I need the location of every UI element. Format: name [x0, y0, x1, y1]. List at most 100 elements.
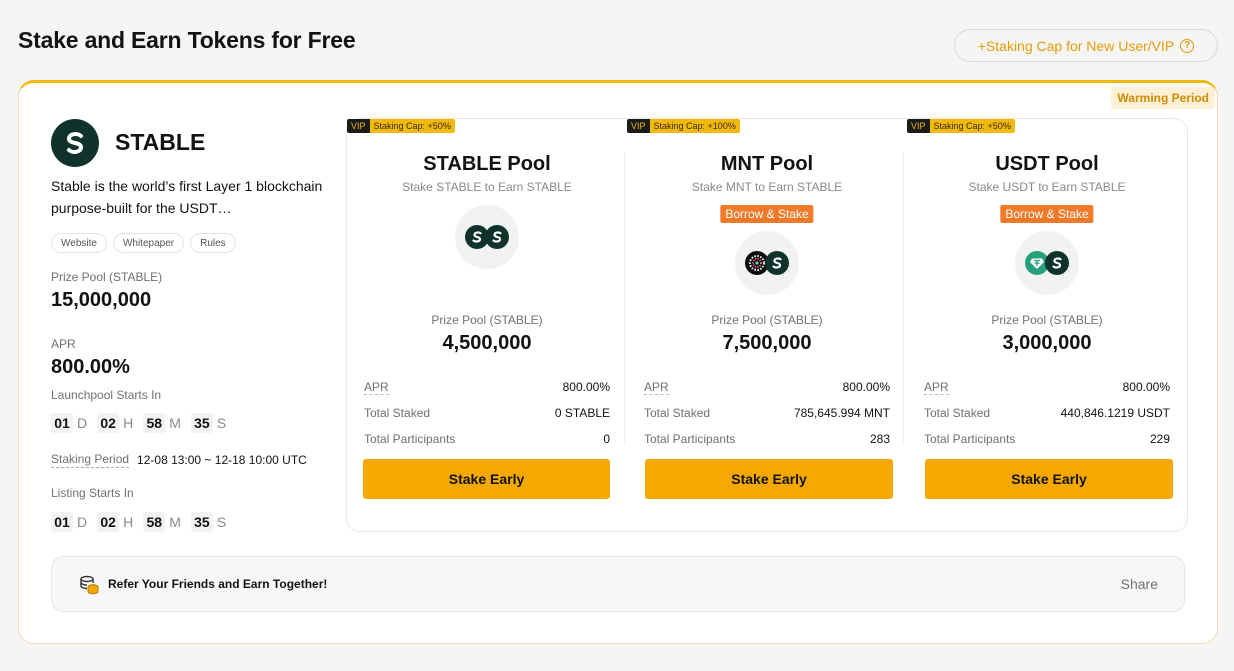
apr-value: 800.00%	[51, 356, 130, 378]
mnt-stable-pair-icon	[735, 231, 799, 295]
apr-label[interactable]: APR	[364, 380, 389, 395]
minutes-unit: M	[169, 514, 181, 530]
pools-container: VIP Staking Cap: +50% STABLE Pool Stake …	[346, 118, 1188, 532]
total-staked-row: Total Staked 440,846.1219 USDT	[924, 400, 1170, 426]
participants-row: Total Participants 0	[364, 426, 610, 452]
total-staked-row: Total Staked 785,645.994 MNT	[644, 400, 890, 426]
total-staked-label: Total Staked	[364, 406, 431, 420]
borrow-stake-badge[interactable]: Borrow & Stake	[1000, 205, 1094, 223]
share-link[interactable]: Share	[1121, 576, 1158, 592]
total-staked-label: Total Staked	[924, 406, 991, 420]
total-staked-value: 0 STABLE	[554, 406, 610, 420]
total-staked-row: Total Staked 0 STABLE	[364, 400, 610, 426]
pool-prize-value: 3,000,000	[1002, 332, 1092, 354]
staking-period: Staking Period 12-08 13:00 ~ 12-18 10:00…	[51, 452, 307, 468]
participants-row: Total Participants 229	[924, 426, 1170, 452]
participants-value: 0	[603, 432, 610, 446]
page-title: Stake and Earn Tokens for Free	[18, 27, 356, 53]
stake-early-button[interactable]: Stake Early	[363, 459, 610, 499]
vip-cap-badge: VIP Staking Cap: +50%	[907, 119, 1015, 133]
pool-prize-label: Prize Pool (STABLE)	[991, 313, 1103, 327]
pool-prize-value: 4,500,000	[442, 332, 532, 354]
apr-row: APR 800.00%	[924, 374, 1170, 400]
pool-prize-label: Prize Pool (STABLE)	[711, 313, 823, 327]
pool-card-stable: VIP Staking Cap: +50% STABLE Pool Stake …	[347, 119, 627, 533]
launchpool-card: Warming Period STABLE Stable is the worl…	[18, 80, 1218, 644]
pool-stats: APR 800.00% Total Staked 440,846.1219 US…	[924, 374, 1170, 452]
pool-subtitle: Stake STABLE to Earn STABLE	[402, 180, 572, 194]
whitepaper-link[interactable]: Whitepaper	[112, 233, 185, 253]
pool-stats: APR 800.00% Total Staked 0 STABLE Total …	[364, 374, 610, 452]
apr-label[interactable]: APR	[644, 380, 669, 395]
participants-value: 283	[869, 432, 890, 446]
vip-cap-badge: VIP Staking Cap: +100%	[627, 119, 740, 133]
total-staked-value: 440,846.1219 USDT	[1060, 406, 1170, 420]
vip-label: VIP	[347, 119, 370, 133]
stable-stable-pair-icon	[455, 205, 519, 269]
stake-early-button[interactable]: Stake Early	[925, 459, 1173, 499]
vip-label: VIP	[907, 119, 930, 133]
website-link[interactable]: Website	[51, 233, 107, 253]
coins-icon	[78, 574, 100, 596]
prize-pool-value: 15,000,000	[51, 289, 152, 311]
token-links: Website Whitepaper Rules	[51, 233, 236, 253]
stable-token-icon	[485, 225, 509, 249]
countdown-hours: 02	[97, 512, 120, 532]
seconds-unit: S	[216, 514, 227, 530]
apr-row: APR 800.00%	[644, 374, 890, 400]
pool-card-usdt: VIP Staking Cap: +50% USDT Pool Stake US…	[907, 119, 1187, 533]
days-unit: D	[77, 415, 88, 431]
minutes-unit: M	[169, 415, 181, 431]
staking-cap-button[interactable]: +Staking Cap for New User/VIP ?	[954, 29, 1218, 62]
pool-name: USDT Pool	[995, 153, 1099, 175]
referral-text: Refer Your Friends and Earn Together!	[108, 577, 328, 591]
question-circle-icon[interactable]: ?	[1180, 38, 1195, 53]
stable-token-icon	[1045, 251, 1069, 275]
rules-link[interactable]: Rules	[190, 233, 236, 253]
total-staked-value: 785,645.994 MNT	[793, 406, 890, 420]
apr-label[interactable]: APR	[924, 380, 949, 395]
stable-token-icon	[765, 251, 789, 275]
apr-value: 800.00%	[562, 380, 610, 394]
token-description: Stable is the world’s first Layer 1 bloc…	[51, 178, 323, 216]
pool-prize-value: 7,500,000	[722, 332, 812, 354]
participants-value: 229	[1149, 432, 1170, 446]
launchpool-countdown: 01 D 02 H 58 M 35 S	[51, 413, 232, 433]
prize-pool-label: Prize Pool (STABLE)	[51, 270, 163, 284]
countdown-days: 01	[51, 512, 73, 532]
countdown-days: 01	[51, 413, 73, 433]
staking-cap-bonus: Staking Cap: +50%	[369, 119, 455, 133]
countdown-seconds: 35	[190, 512, 213, 532]
status-badge: Warming Period	[1111, 87, 1215, 109]
stable-logo-icon	[51, 119, 99, 167]
staking-cap-label: +Staking Cap for New User/VIP	[977, 37, 1175, 54]
hours-unit: H	[123, 415, 134, 431]
countdown-minutes: 58	[143, 413, 166, 433]
hours-unit: H	[123, 514, 134, 530]
pool-name: STABLE Pool	[423, 153, 551, 175]
listing-starts-label: Listing Starts In	[51, 486, 134, 500]
listing-countdown: 01 D 02 H 58 M 35 S	[51, 512, 232, 532]
apr-row: APR 800.00%	[364, 374, 610, 400]
borrow-stake-badge[interactable]: Borrow & Stake	[720, 205, 814, 223]
countdown-minutes: 58	[143, 512, 166, 532]
stake-early-button[interactable]: Stake Early	[645, 459, 893, 499]
apr-label: APR	[51, 337, 76, 351]
pool-subtitle: Stake MNT to Earn STABLE	[691, 180, 843, 194]
participants-label: Total Participants	[364, 432, 456, 446]
days-unit: D	[77, 514, 88, 530]
pool-subtitle: Stake USDT to Earn STABLE	[968, 180, 1126, 194]
participants-row: Total Participants 283	[644, 426, 890, 452]
staking-period-label[interactable]: Staking Period	[51, 452, 130, 468]
pool-prize-label: Prize Pool (STABLE)	[431, 313, 543, 327]
pool-stats: APR 800.00% Total Staked 785,645.994 MNT…	[644, 374, 890, 452]
staking-cap-bonus: Staking Cap: +50%	[929, 119, 1015, 133]
seconds-unit: S	[216, 415, 227, 431]
participants-label: Total Participants	[924, 432, 1016, 446]
apr-value: 800.00%	[842, 380, 890, 394]
referral-banner: Refer Your Friends and Earn Together! Sh…	[51, 556, 1185, 612]
staking-cap-bonus: Staking Cap: +100%	[649, 119, 740, 133]
apr-value: 800.00%	[1122, 380, 1170, 394]
vip-label: VIP	[627, 119, 650, 133]
pool-name: MNT Pool	[720, 153, 814, 175]
